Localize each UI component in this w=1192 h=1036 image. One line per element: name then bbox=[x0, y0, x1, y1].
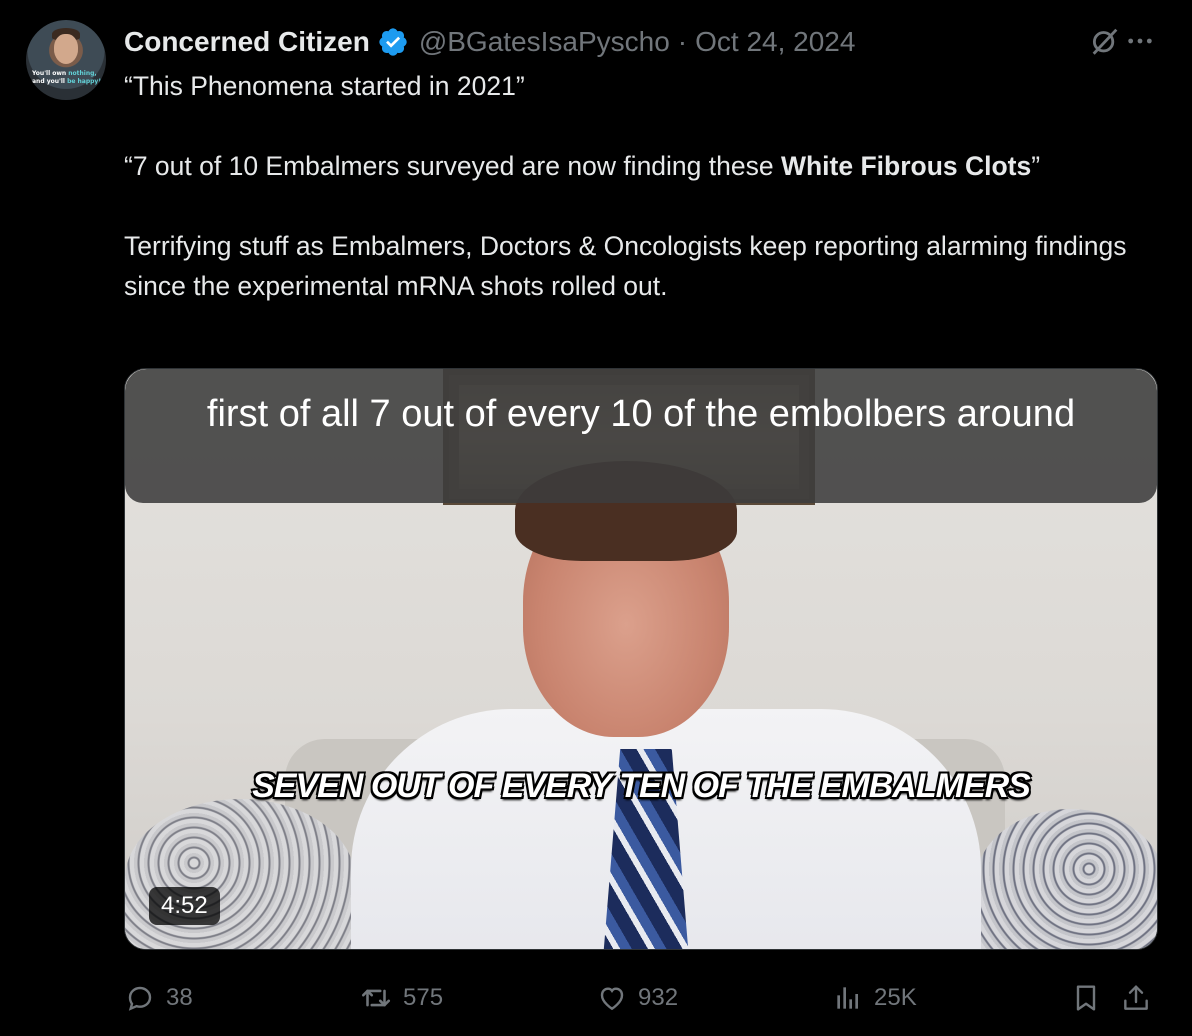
heart-icon bbox=[596, 982, 628, 1014]
more-icon[interactable] bbox=[1124, 25, 1156, 62]
tweet-line-1: “This Phenomena started in 2021” bbox=[124, 71, 525, 101]
post-date[interactable]: Oct 24, 2024 bbox=[695, 26, 855, 58]
video-caption-top: first of all 7 out of every 10 of the em… bbox=[125, 369, 1157, 503]
repost-icon bbox=[359, 981, 393, 1015]
reply-icon bbox=[124, 982, 156, 1014]
verified-badge-icon[interactable] bbox=[377, 26, 409, 58]
like-count: 932 bbox=[638, 984, 679, 1011]
header-separator: · bbox=[677, 26, 688, 57]
author-handle[interactable]: @BGatesIsaPyscho bbox=[419, 26, 670, 58]
pillow-left bbox=[125, 799, 355, 949]
views-button[interactable]: 25K bbox=[832, 976, 917, 1020]
top-icons bbox=[1088, 24, 1156, 63]
reply-count: 38 bbox=[166, 984, 193, 1011]
avatar-text-line2: and you'll be happy! bbox=[32, 78, 102, 85]
avatar-text-line1: You'll own nothing, bbox=[32, 70, 97, 77]
video-caption-bottom: SEVEN OUT OF EVERY TEN OF THE EMBALMERS bbox=[252, 767, 1031, 805]
video-duration: 4:52 bbox=[149, 887, 220, 925]
action-bar: 38 575 932 25K bbox=[124, 976, 1158, 1020]
repost-count: 575 bbox=[403, 984, 444, 1011]
bookmark-icon bbox=[1070, 982, 1102, 1014]
bookmark-button[interactable] bbox=[1070, 976, 1102, 1020]
repost-button[interactable]: 575 bbox=[359, 976, 443, 1020]
tweet-body: “This Phenomena started in 2021” “7 out … bbox=[124, 66, 1144, 306]
reply-button[interactable]: 38 bbox=[124, 976, 193, 1020]
like-button[interactable]: 932 bbox=[596, 976, 678, 1020]
tweet: You'll own nothing, and you'll be happy!… bbox=[0, 0, 1192, 1036]
tweet-line-3: Terrifying stuff as Embalmers, Doctors &… bbox=[124, 231, 1127, 301]
avatar[interactable]: You'll own nothing, and you'll be happy! bbox=[26, 20, 106, 100]
avatar-face bbox=[54, 34, 78, 64]
pillow-right bbox=[975, 809, 1157, 949]
views-icon bbox=[832, 982, 864, 1014]
grok-icon[interactable] bbox=[1088, 24, 1122, 63]
tweet-header: Concerned Citizen @BGatesIsaPyscho · Oct… bbox=[124, 24, 855, 60]
share-button[interactable] bbox=[1120, 976, 1152, 1020]
bold-phrase: White Fibrous Clots bbox=[780, 151, 1032, 181]
author-name[interactable]: Concerned Citizen bbox=[124, 26, 370, 58]
tweet-line-2: “7 out of 10 Embalmers surveyed are now … bbox=[124, 151, 1041, 181]
views-count: 25K bbox=[874, 984, 917, 1011]
share-icon bbox=[1120, 982, 1152, 1014]
video-player[interactable]: first of all 7 out of every 10 of the em… bbox=[124, 368, 1158, 950]
